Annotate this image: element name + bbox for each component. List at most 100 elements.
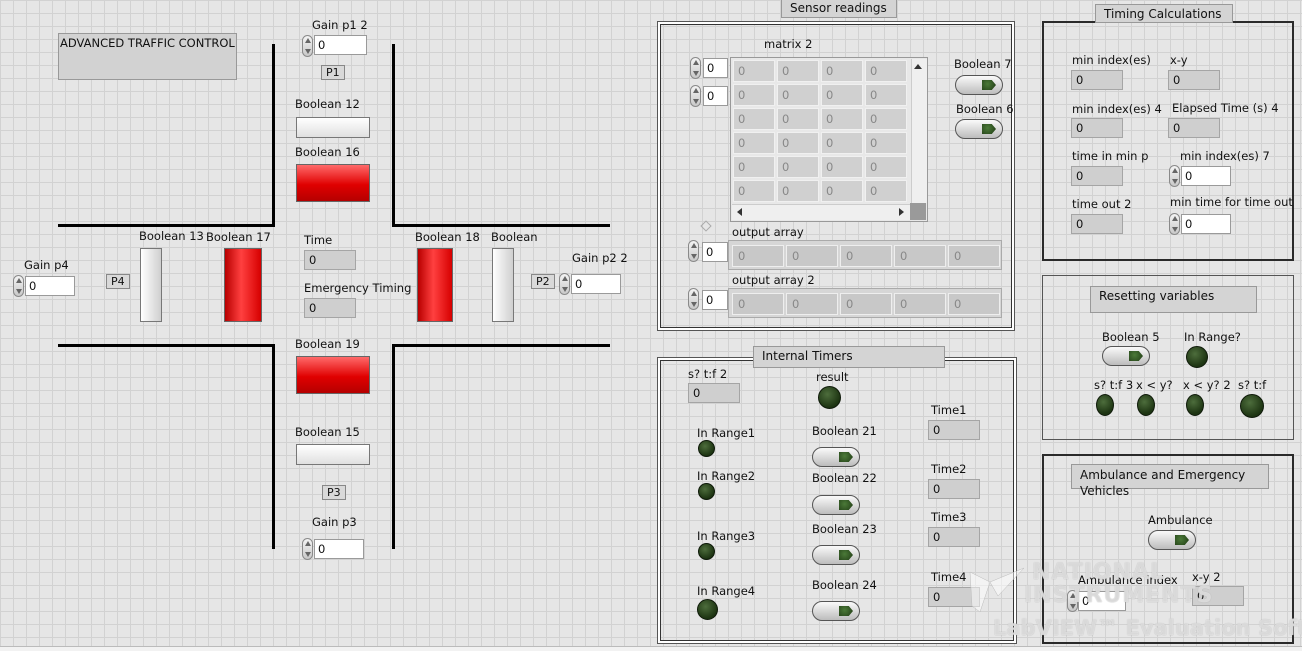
p3-button[interactable]: P3 [322,485,346,500]
matrix-cell[interactable]: 0 [777,60,819,82]
boolean12-light[interactable] [296,117,370,138]
matrix-hscrollbar[interactable] [732,204,910,220]
matrix-cell[interactable]: 0 [865,84,907,106]
matrix-cell[interactable]: 0 [865,156,907,178]
in-range4-label: In Range4 [697,584,756,598]
output-array2-element: 0 [786,293,838,315]
boolean23-toggle[interactable] [812,545,860,565]
road-edge-top-left [272,44,275,227]
boolean7-label: Boolean 7 [954,57,1012,71]
ambulance-toggle[interactable] [1148,530,1196,550]
gain-p4-input[interactable]: 0 [25,276,75,296]
matrix-cell[interactable]: 0 [777,180,819,202]
matrix-cell[interactable]: 0 [733,180,775,202]
boolean17-label: Boolean 17 [206,230,271,244]
elapsed-time4-label: Elapsed Time (s) 4 [1172,101,1279,115]
matrix-cell[interactable]: 0 [821,180,863,202]
gain-p2-input[interactable]: 0 [571,274,621,294]
matrix-cell[interactable]: 0 [733,60,775,82]
gain-p4-spinner[interactable] [13,275,24,297]
matrix-cell[interactable]: 0 [821,156,863,178]
matrix-cell[interactable]: 0 [777,108,819,130]
output-array-index[interactable]: 0 [702,242,728,262]
time-indicator: 0 [304,250,356,270]
matrix-cell[interactable]: 0 [865,60,907,82]
p1-button[interactable]: P1 [321,65,345,80]
result-label: result [816,370,849,384]
min-index7-input[interactable]: 0 [1181,166,1231,186]
matrix-cell[interactable]: 0 [777,132,819,154]
min-index7-spinner[interactable] [1169,165,1180,187]
matrix-cell[interactable]: 0 [733,156,775,178]
boolean16-label: Boolean 16 [295,145,360,159]
time3-label: Time3 [931,510,967,524]
matrix-cell[interactable]: 0 [733,132,775,154]
min-time-out-spinner[interactable] [1169,213,1180,235]
boolean24-toggle[interactable] [812,601,860,621]
xy-label: x-y [1170,53,1188,67]
matrix-scroll-right-icon[interactable] [899,208,904,216]
matrix-row-spinner[interactable] [690,57,701,79]
matrix-row-index[interactable]: 0 [703,58,728,78]
gain-p2-label: Gain p2 2 [572,251,628,265]
p2-button[interactable]: P2 [531,274,555,289]
boolean16-light[interactable] [296,164,370,202]
time2-label: Time2 [931,462,967,476]
stf2-label: s? t:f 2 [688,367,728,381]
matrix-cell[interactable]: 0 [821,132,863,154]
boolean-light[interactable] [492,248,514,322]
stf-led [1240,394,1264,418]
matrix-cell[interactable]: 0 [733,84,775,106]
output-array-label: output array [732,225,804,239]
gain-p2-spinner[interactable] [559,273,570,295]
matrix-cell[interactable]: 0 [777,84,819,106]
gain-p1-spinner[interactable] [302,35,313,57]
xy-lt2-label: x < y? 2 [1183,378,1231,392]
matrix-vscrollbar[interactable] [911,59,927,203]
boolean17-light[interactable] [224,248,262,322]
window-hscrollbar[interactable] [0,646,1302,651]
matrix-col-spinner[interactable] [690,85,701,107]
time-in-min-indicator: 0 [1071,166,1123,186]
matrix-cell[interactable]: 0 [821,60,863,82]
boolean18-light[interactable] [417,248,453,322]
gain-p1-label: Gain p1 2 [312,18,368,32]
boolean19-light[interactable] [296,356,370,394]
min-index7-label: min index(es) 7 [1180,149,1270,163]
gain-p3-spinner[interactable] [302,538,313,560]
matrix-cell[interactable]: 0 [865,108,907,130]
boolean7-toggle[interactable] [955,75,1003,95]
matrix-cell[interactable]: 0 [821,84,863,106]
boolean22-toggle[interactable] [812,495,860,515]
min-time-out-input[interactable]: 0 [1181,214,1231,234]
matrix-cell[interactable]: 0 [821,108,863,130]
boolean6-toggle[interactable] [955,119,1003,139]
boolean5-toggle[interactable] [1102,346,1150,366]
output-array2-spinner[interactable] [688,288,699,310]
boolean21-toggle[interactable] [812,447,860,467]
matrix-cell[interactable]: 0 [733,108,775,130]
matrix-cell[interactable]: 0 [777,156,819,178]
time1-label: Time1 [931,403,967,417]
ambulance-caption: Ambulance and Emergency Vehicles [1071,464,1269,498]
gain-p1-input[interactable]: 0 [314,35,367,55]
title-panel: ADVANCED TRAFFIC CONTROL [58,33,237,80]
time-out2-indicator: 0 [1071,214,1123,234]
gain-p3-input[interactable]: 0 [314,539,364,559]
matrix-cell[interactable]: 0 [865,180,907,202]
output-array2-index[interactable]: 0 [702,290,728,310]
stf-label: s? t:f [1238,378,1267,392]
output-array-spinner[interactable] [688,240,699,262]
matrix-scroll-left-icon[interactable] [737,208,742,216]
gain-p3-label: Gain p3 [312,515,357,529]
road-edge-left-bottom [58,344,275,347]
matrix-col-index[interactable]: 0 [703,86,728,106]
matrix-cell[interactable]: 0 [865,132,907,154]
emergency-timing-label: Emergency Timing [304,281,412,295]
time-label: Time [304,233,333,247]
p4-button[interactable]: P4 [106,274,130,289]
matrix-scroll-up-icon[interactable] [914,64,922,69]
boolean15-light[interactable] [296,444,370,465]
boolean13-light[interactable] [140,248,162,322]
road-edge-right-top [392,224,610,227]
